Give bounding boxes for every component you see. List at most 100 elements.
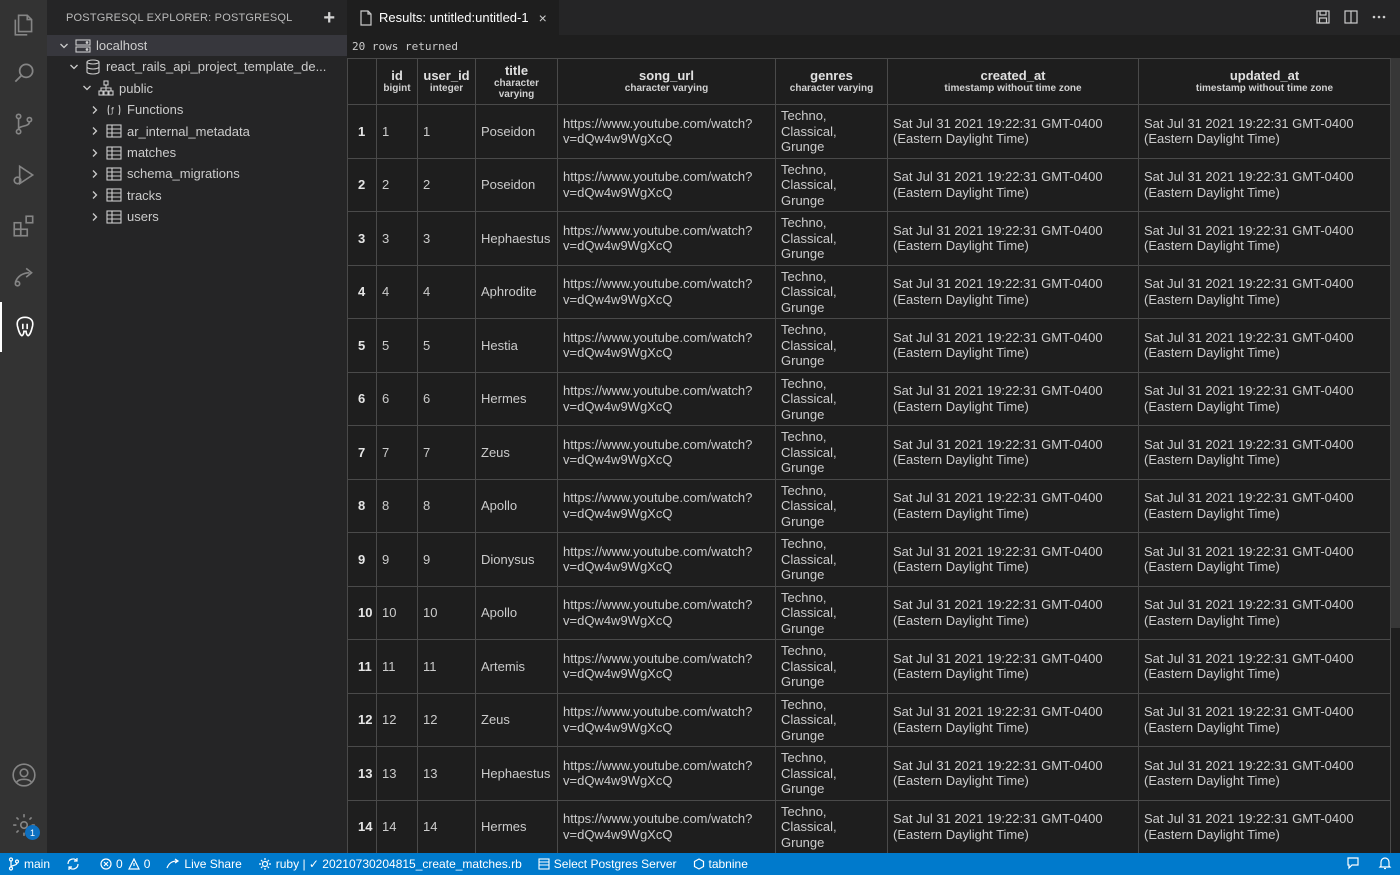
cell-user-id[interactable]: 14 <box>417 799 476 854</box>
cell-title[interactable]: Dionysus <box>475 532 558 587</box>
tree-item-functions[interactable]: ƒ Functions <box>47 99 347 120</box>
row-number[interactable]: 13 <box>347 746 377 801</box>
cell-created-at[interactable]: Sat Jul 31 2021 19:22:31 GMT-0400 (Easte… <box>887 157 1139 212</box>
cell-updated-at[interactable]: Sat Jul 31 2021 19:22:31 GMT-0400 (Easte… <box>1138 746 1391 801</box>
tree-item-ar-internal-metadata[interactable]: ar_internal_metadata <box>47 121 347 142</box>
cell-user-id[interactable]: 12 <box>417 692 476 747</box>
row-number[interactable]: 11 <box>347 639 377 694</box>
chevron-right-icon[interactable] <box>88 167 102 181</box>
cell-genres[interactable]: Techno, Classical, Grunge <box>775 639 888 694</box>
settings-gear-icon[interactable] <box>0 800 47 850</box>
cell-song-url[interactable]: https://www.youtube.com/watch? v=dQw4w9W… <box>557 318 776 373</box>
cell-id[interactable]: 2 <box>376 157 418 212</box>
chevron-right-icon[interactable] <box>88 210 102 224</box>
cell-updated-at[interactable]: Sat Jul 31 2021 19:22:31 GMT-0400 (Easte… <box>1138 532 1391 587</box>
cell-title[interactable]: Apollo <box>475 478 558 533</box>
cell-id[interactable]: 14 <box>376 799 418 854</box>
tree-item-users[interactable]: users <box>47 206 347 227</box>
tabnine-item[interactable]: tabnine <box>685 853 756 875</box>
chevron-right-icon[interactable] <box>88 103 102 117</box>
cell-updated-at[interactable]: Sat Jul 31 2021 19:22:31 GMT-0400 (Easte… <box>1138 692 1391 747</box>
cell-id[interactable]: 6 <box>376 371 418 426</box>
cell-created-at[interactable]: Sat Jul 31 2021 19:22:31 GMT-0400 (Easte… <box>887 532 1139 587</box>
more-actions-icon[interactable] <box>1370 8 1388 26</box>
chevron-right-icon[interactable] <box>88 124 102 138</box>
live-share-icon[interactable] <box>0 251 47 301</box>
cell-created-at[interactable]: Sat Jul 31 2021 19:22:31 GMT-0400 (Easte… <box>887 318 1139 373</box>
cell-user-id[interactable]: 4 <box>417 264 476 319</box>
cell-id[interactable]: 13 <box>376 746 418 801</box>
cell-created-at[interactable]: Sat Jul 31 2021 19:22:31 GMT-0400 (Easte… <box>887 639 1139 694</box>
cell-user-id[interactable]: 5 <box>417 318 476 373</box>
cell-user-id[interactable]: 13 <box>417 746 476 801</box>
cell-id[interactable]: 11 <box>376 639 418 694</box>
cell-user-id[interactable]: 8 <box>417 478 476 533</box>
cell-title[interactable]: Aphrodite <box>475 264 558 319</box>
cell-genres[interactable]: Techno, Classical, Grunge <box>775 478 888 533</box>
feedback-icon[interactable] <box>1346 856 1360 873</box>
cell-genres[interactable]: Techno, Classical, Grunge <box>775 585 888 640</box>
cell-updated-at[interactable]: Sat Jul 31 2021 19:22:31 GMT-0400 (Easte… <box>1138 211 1391 266</box>
row-number[interactable]: 5 <box>347 318 377 373</box>
row-number[interactable]: 6 <box>347 371 377 426</box>
column-header-id[interactable]: id bigint <box>376 58 418 105</box>
cell-genres[interactable]: Techno, Classical, Grunge <box>775 104 888 159</box>
cell-id[interactable]: 5 <box>376 318 418 373</box>
cell-song-url[interactable]: https://www.youtube.com/watch? v=dQw4w9W… <box>557 585 776 640</box>
sync-item[interactable] <box>58 853 92 875</box>
cell-created-at[interactable]: Sat Jul 31 2021 19:22:31 GMT-0400 (Easte… <box>887 104 1139 159</box>
cell-song-url[interactable]: https://www.youtube.com/watch? v=dQw4w9W… <box>557 104 776 159</box>
cell-user-id[interactable]: 7 <box>417 425 476 480</box>
cell-created-at[interactable]: Sat Jul 31 2021 19:22:31 GMT-0400 (Easte… <box>887 799 1139 854</box>
row-number[interactable]: 14 <box>347 799 377 854</box>
ruby-item[interactable]: ruby | ✓ 20210730204815_create_matches.r… <box>250 853 530 875</box>
cell-title[interactable]: Zeus <box>475 425 558 480</box>
cell-song-url[interactable]: https://www.youtube.com/watch? v=dQw4w9W… <box>557 264 776 319</box>
vertical-scrollbar[interactable] <box>1390 58 1400 628</box>
row-number[interactable]: 8 <box>347 478 377 533</box>
cell-id[interactable]: 12 <box>376 692 418 747</box>
tree-item-react-rails-api-project-template-de[interactable]: react_rails_api_project_template_de... <box>47 56 347 77</box>
cell-genres[interactable]: Techno, Classical, Grunge <box>775 264 888 319</box>
cell-id[interactable]: 1 <box>376 104 418 159</box>
cell-created-at[interactable]: Sat Jul 31 2021 19:22:31 GMT-0400 (Easte… <box>887 478 1139 533</box>
cell-song-url[interactable]: https://www.youtube.com/watch? v=dQw4w9W… <box>557 532 776 587</box>
cell-created-at[interactable]: Sat Jul 31 2021 19:22:31 GMT-0400 (Easte… <box>887 211 1139 266</box>
row-number[interactable]: 10 <box>347 585 377 640</box>
cell-song-url[interactable]: https://www.youtube.com/watch? v=dQw4w9W… <box>557 799 776 854</box>
cell-title[interactable]: Poseidon <box>475 104 558 159</box>
cell-title[interactable]: Zeus <box>475 692 558 747</box>
cell-updated-at[interactable]: Sat Jul 31 2021 19:22:31 GMT-0400 (Easte… <box>1138 157 1391 212</box>
problems-item[interactable]: 0 0 <box>92 853 158 875</box>
cell-updated-at[interactable]: Sat Jul 31 2021 19:22:31 GMT-0400 (Easte… <box>1138 318 1391 373</box>
chevron-down-icon[interactable] <box>57 39 71 53</box>
column-header-genres[interactable]: genres character varying <box>775 58 888 105</box>
plus-icon[interactable]: + <box>323 8 335 28</box>
chevron-down-icon[interactable] <box>67 60 81 74</box>
tree-item-tracks[interactable]: tracks <box>47 185 347 206</box>
cell-id[interactable]: 9 <box>376 532 418 587</box>
cell-genres[interactable]: Techno, Classical, Grunge <box>775 425 888 480</box>
cell-title[interactable]: Hermes <box>475 799 558 854</box>
cell-song-url[interactable]: https://www.youtube.com/watch? v=dQw4w9W… <box>557 478 776 533</box>
source-control-icon[interactable] <box>0 99 47 149</box>
cell-created-at[interactable]: Sat Jul 31 2021 19:22:31 GMT-0400 (Easte… <box>887 264 1139 319</box>
cell-user-id[interactable]: 1 <box>417 104 476 159</box>
postgresql-icon[interactable] <box>0 302 47 352</box>
cell-genres[interactable]: Techno, Classical, Grunge <box>775 157 888 212</box>
cell-id[interactable]: 4 <box>376 264 418 319</box>
save-icon[interactable] <box>1314 8 1332 26</box>
close-icon[interactable]: × <box>539 10 547 26</box>
notifications-icon[interactable] <box>1378 856 1392 873</box>
chevron-down-icon[interactable] <box>80 81 94 95</box>
cell-created-at[interactable]: Sat Jul 31 2021 19:22:31 GMT-0400 (Easte… <box>887 425 1139 480</box>
cell-song-url[interactable]: https://www.youtube.com/watch? v=dQw4w9W… <box>557 157 776 212</box>
cell-song-url[interactable]: https://www.youtube.com/watch? v=dQw4w9W… <box>557 371 776 426</box>
cell-title[interactable]: Hestia <box>475 318 558 373</box>
cell-created-at[interactable]: Sat Jul 31 2021 19:22:31 GMT-0400 (Easte… <box>887 746 1139 801</box>
cell-song-url[interactable]: https://www.youtube.com/watch? v=dQw4w9W… <box>557 425 776 480</box>
cell-title[interactable]: Apollo <box>475 585 558 640</box>
cell-user-id[interactable]: 11 <box>417 639 476 694</box>
cell-user-id[interactable]: 9 <box>417 532 476 587</box>
cell-song-url[interactable]: https://www.youtube.com/watch? v=dQw4w9W… <box>557 746 776 801</box>
